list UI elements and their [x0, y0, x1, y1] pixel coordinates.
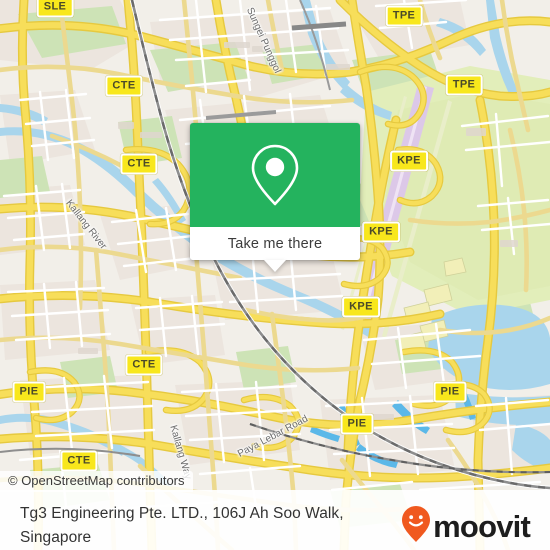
road-shield-kpe: KPE: [362, 221, 400, 243]
location-popup-card[interactable]: Take me there: [190, 123, 360, 272]
map-pin-icon: [249, 142, 301, 208]
road-shield-pie: PIE: [340, 413, 374, 435]
moovit-brand[interactable]: moovit: [401, 502, 534, 548]
road-shield-sle: SLE: [36, 0, 74, 18]
road-shield-pie: PIE: [433, 381, 467, 403]
road-shield-cte: CTE: [105, 75, 143, 97]
take-me-there-button[interactable]: Take me there: [190, 227, 360, 272]
location-title: Tg3 Engineering Pte. LTD., 106J Ah Soo W…: [20, 505, 344, 546]
road-shield-tpe: TPE: [445, 74, 483, 96]
road-shield-kpe: KPE: [390, 150, 428, 172]
road-shield-tpe: TPE: [385, 5, 423, 27]
road-shield-cte: CTE: [125, 354, 163, 376]
popup-pointer-tail: [264, 260, 286, 272]
moovit-wordmark: moovit: [433, 509, 531, 544]
road-shield-cte: CTE: [60, 450, 98, 472]
road-shield-pie: PIE: [12, 381, 46, 403]
road-shield-kpe: KPE: [342, 296, 380, 318]
osm-attribution[interactable]: © OpenStreetMap contributors: [0, 471, 193, 492]
moovit-smiley-pin-icon: [401, 505, 431, 548]
road-shield-cte: CTE: [120, 153, 158, 175]
popup-image-placeholder: [190, 123, 360, 227]
take-me-there-label: Take me there: [227, 235, 323, 252]
map-screenshot-root: SLE TPE TPE CTE CTE KPE KPE KPE CTE PIE PIE PIE CTE …: [0, 0, 550, 550]
footer-bar: Tg3 Engineering Pte. LTD., 106J Ah Soo W…: [0, 490, 550, 550]
